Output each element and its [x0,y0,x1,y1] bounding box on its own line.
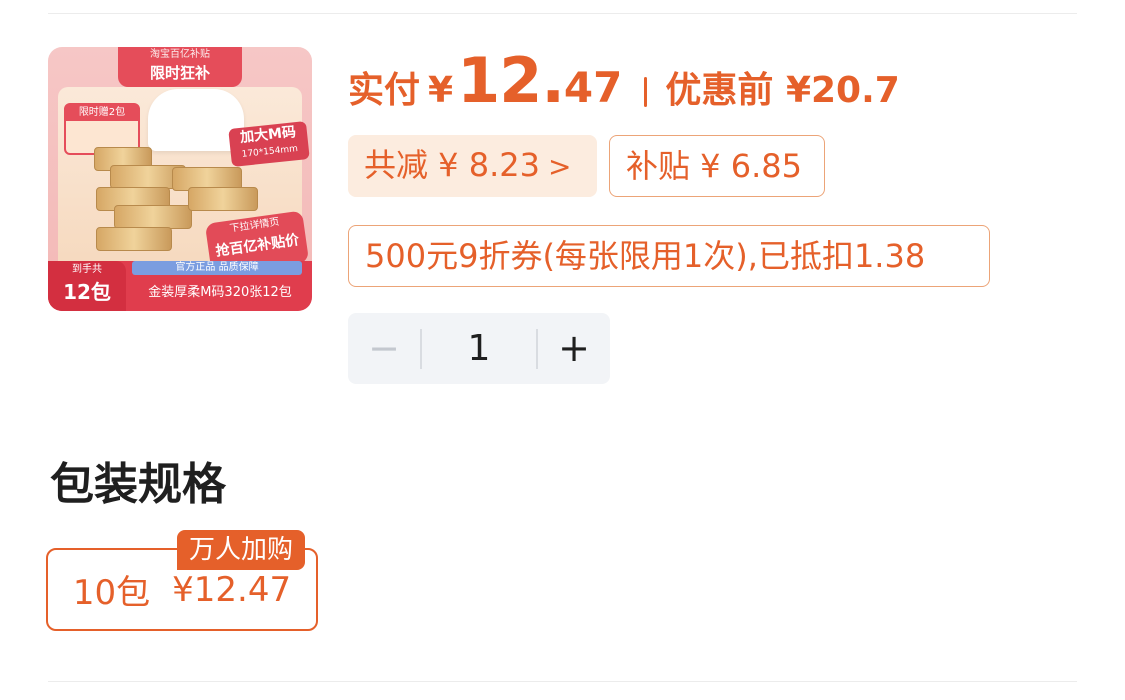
quantity-input[interactable]: 1 [422,328,536,369]
subsidy-text: 补贴 ¥ 6.85 [626,147,802,185]
price-row: 实付 ¥ 12. 47 优惠前 ¥20.7 [348,44,900,128]
pack-count-value: 12包 [63,280,111,304]
subsidy-tag: 补贴 ¥ 6.85 [609,135,825,197]
total-discount-tag[interactable]: 共减 ¥ 8.23 > [348,135,597,197]
top-divider [48,13,1077,14]
original-price-label: 优惠前 [665,70,774,111]
tissue-pack [188,187,258,211]
chevron-right-icon: > [547,150,572,183]
ribbon-top-text: 淘宝百亿补贴 [150,49,210,60]
ribbon-main-text: 限时狂补 [149,64,210,82]
paid-label: 实付 [348,70,421,111]
size-badge: 加大M码 170*154mm [228,121,310,167]
pack-count-label: 到手共 [72,264,102,275]
coupon-text: 500元9折券(每张限用1次),已抵扣1.38 [365,237,926,275]
bottom-divider [48,681,1077,682]
package-option-price: ¥12.47 [172,569,292,610]
increment-button[interactable]: + [538,313,610,384]
product-spec-text: 金装厚柔M码320张12包 [148,285,292,300]
subsidy-ribbon: 淘宝百亿补贴 限时狂补 [118,47,242,87]
package-option-label: 10包 [72,573,151,613]
package-section-title: 包装规格 [50,459,226,510]
original-price-value: ¥20.7 [785,70,900,111]
tissue-pack [114,205,192,229]
limit-gift-text: 限时赠2包 [66,105,138,121]
price-separator [644,77,648,107]
popular-badge: 万人加购 [177,530,306,570]
decrement-button[interactable]: − [348,313,420,384]
guarantee-text: 官方正品 品质保障 [132,261,302,275]
paid-price-decimal: 47 [563,63,623,112]
coupon-tag: 500元9折券(每张限用1次),已抵扣1.38 [348,225,990,287]
product-image[interactable]: 淘宝百亿补贴 限时狂补 限时赠2包 加大M码 170*154mm 下拉详情页 抢… [48,47,312,311]
paid-price-integer: 12. [457,44,565,117]
original-price: 优惠前 ¥20.7 [665,61,899,113]
tissue-pack [96,227,172,251]
paid-currency: ¥ [428,70,454,111]
total-discount-text: 共减 ¥ 8.23 [364,146,540,184]
pack-count-badge: 到手共 12包 [48,261,126,311]
quantity-stepper: − 1 + [348,313,610,384]
